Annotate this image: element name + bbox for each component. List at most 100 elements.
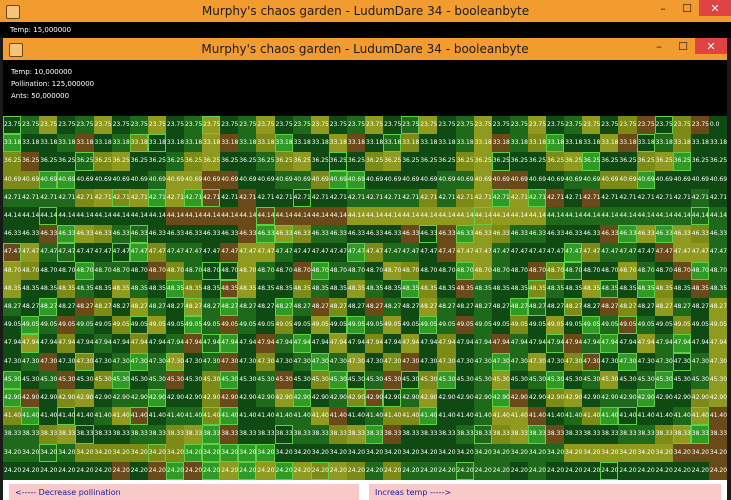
garden-tile[interactable]: 45.30: [546, 370, 565, 389]
garden-tile[interactable]: 47.47: [184, 243, 203, 262]
garden-tile[interactable]: 49.05: [310, 316, 329, 335]
garden-tile[interactable]: 48.70: [600, 261, 619, 280]
garden-tile[interactable]: 38.33: [129, 425, 148, 444]
garden-tile[interactable]: 47.94: [582, 334, 601, 353]
garden-tile[interactable]: 48.70: [636, 261, 655, 280]
garden-tile[interactable]: 47.30: [238, 352, 257, 371]
garden-tile[interactable]: 33.18: [202, 134, 221, 153]
garden-tile[interactable]: 24.20: [636, 461, 655, 480]
garden-tile[interactable]: 47.47: [401, 243, 420, 262]
garden-tile[interactable]: 46.33: [582, 225, 601, 244]
garden-tile[interactable]: 48.35: [328, 279, 347, 298]
garden-tile[interactable]: 46.33: [220, 225, 239, 244]
garden-tile[interactable]: 45.30: [202, 370, 221, 389]
garden-tile[interactable]: 49.05: [654, 316, 673, 335]
garden-tile[interactable]: 49.05: [21, 316, 40, 335]
garden-tile[interactable]: 36.25: [39, 152, 58, 171]
garden-tile[interactable]: 48.70: [582, 261, 601, 280]
garden-tile[interactable]: 42.71: [21, 188, 40, 207]
garden-tile[interactable]: 48.27: [654, 298, 673, 317]
garden-tile[interactable]: 38.33: [491, 425, 510, 444]
garden-tile[interactable]: 24.20: [274, 461, 293, 480]
garden-tile[interactable]: 48.70: [147, 261, 166, 280]
garden-tile[interactable]: 48.27: [437, 298, 456, 317]
garden-tile[interactable]: 47.30: [75, 352, 94, 371]
garden-tile[interactable]: 33.18: [419, 134, 438, 153]
garden-tile[interactable]: 48.35: [455, 279, 474, 298]
garden-tile[interactable]: 47.30: [708, 352, 727, 371]
garden-tile[interactable]: 40.69: [57, 170, 76, 189]
garden-tile[interactable]: 24.20: [564, 461, 583, 480]
garden-tile[interactable]: 46.33: [654, 225, 673, 244]
garden-tile[interactable]: 33.18: [365, 134, 384, 153]
garden-tile[interactable]: 42.90: [3, 389, 22, 408]
garden-tile[interactable]: 44.14: [509, 207, 528, 226]
garden-tile[interactable]: 48.70: [184, 261, 203, 280]
garden-tile[interactable]: 47.94: [690, 334, 709, 353]
garden-tile[interactable]: 38.33: [238, 425, 257, 444]
garden-tile[interactable]: 42.71: [310, 188, 329, 207]
garden-tile[interactable]: 40.69: [93, 170, 112, 189]
garden-tile[interactable]: 48.35: [184, 279, 203, 298]
garden-tile[interactable]: 47.47: [365, 243, 384, 262]
garden-tile[interactable]: 45.30: [654, 370, 673, 389]
garden-tile[interactable]: 33.18: [708, 134, 727, 153]
garden-tile[interactable]: 47.94: [202, 334, 221, 353]
garden-tile[interactable]: 41.40: [147, 407, 166, 426]
garden-tile[interactable]: 33.18: [564, 134, 583, 153]
garden-tile[interactable]: 47.47: [618, 243, 637, 262]
garden-tile[interactable]: 42.71: [708, 188, 727, 207]
garden-tile[interactable]: 49.05: [256, 316, 275, 335]
garden-tile[interactable]: 40.69: [546, 170, 565, 189]
garden-tile[interactable]: 38.33: [419, 425, 438, 444]
garden-tile[interactable]: 44.14: [672, 207, 691, 226]
garden-tile[interactable]: 47.94: [93, 334, 112, 353]
garden-tile[interactable]: 48.27: [527, 298, 546, 317]
garden-tile[interactable]: 40.69: [509, 170, 528, 189]
garden-tile[interactable]: 48.27: [238, 298, 257, 317]
garden-tile[interactable]: 45.30: [509, 370, 528, 389]
garden-tile[interactable]: 40.69: [238, 170, 257, 189]
garden-tile[interactable]: 33.18: [292, 134, 311, 153]
garden-tile[interactable]: 38.33: [274, 425, 293, 444]
garden-tile[interactable]: 44.14: [238, 207, 257, 226]
garden-tile[interactable]: 42.71: [401, 188, 420, 207]
garden-tile[interactable]: 41.40: [346, 407, 365, 426]
garden-tile[interactable]: 23.75: [93, 116, 112, 135]
garden-tile[interactable]: 45.30: [93, 370, 112, 389]
garden-tile[interactable]: 24.20: [365, 461, 384, 480]
garden-tile[interactable]: 24.20: [419, 461, 438, 480]
garden-tile[interactable]: 45.30: [690, 370, 709, 389]
garden-tile[interactable]: 24.20: [346, 461, 365, 480]
garden-tile[interactable]: 34.20: [582, 443, 601, 462]
garden-tile[interactable]: 24.20: [618, 461, 637, 480]
garden-tile[interactable]: 42.90: [129, 389, 148, 408]
garden-tile[interactable]: 24.20: [129, 461, 148, 480]
garden-tile[interactable]: 49.05: [75, 316, 94, 335]
garden-tile[interactable]: 48.35: [546, 279, 565, 298]
garden-tile[interactable]: 36.25: [401, 152, 420, 171]
garden-tile[interactable]: 49.05: [527, 316, 546, 335]
garden-tile[interactable]: 42.90: [582, 389, 601, 408]
garden-tile[interactable]: 47.47: [256, 243, 275, 262]
garden-tile[interactable]: 48.27: [220, 298, 239, 317]
garden-tile[interactable]: 42.90: [202, 389, 221, 408]
garden-tile[interactable]: 42.71: [654, 188, 673, 207]
garden-tile[interactable]: 33.18: [618, 134, 637, 153]
garden-tile[interactable]: 48.35: [274, 279, 293, 298]
garden-tile[interactable]: 45.30: [600, 370, 619, 389]
garden-tile[interactable]: 38.33: [672, 425, 691, 444]
garden-tile[interactable]: 47.94: [39, 334, 58, 353]
garden-tile[interactable]: 41.40: [292, 407, 311, 426]
garden-tile[interactable]: 34.20: [527, 443, 546, 462]
garden-tile[interactable]: 42.90: [690, 389, 709, 408]
garden-tile[interactable]: 47.94: [57, 334, 76, 353]
garden-tile[interactable]: 49.05: [437, 316, 456, 335]
garden-tile[interactable]: 45.30: [564, 370, 583, 389]
garden-tile[interactable]: 47.30: [564, 352, 583, 371]
garden-tile[interactable]: 48.27: [455, 298, 474, 317]
garden-tile[interactable]: 47.30: [546, 352, 565, 371]
garden-tile[interactable]: 45.30: [292, 370, 311, 389]
garden-tile[interactable]: 24.20: [491, 461, 510, 480]
garden-tile[interactable]: 45.30: [111, 370, 130, 389]
